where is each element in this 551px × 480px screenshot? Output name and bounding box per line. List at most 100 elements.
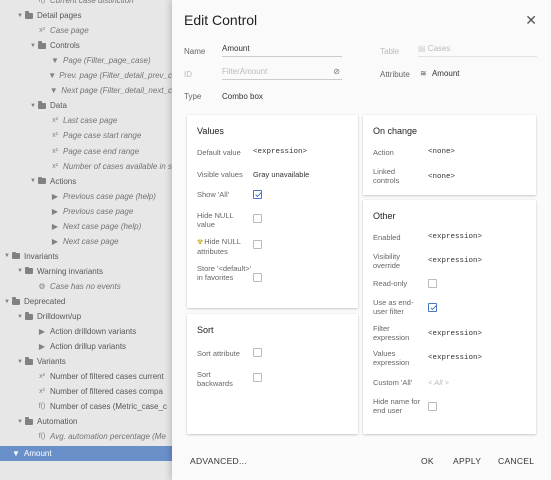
tree-item[interactable]: ▶ Previous case page <box>0 204 172 219</box>
chevron-down-icon[interactable]: ▼ <box>29 43 37 49</box>
table-field: ▤ Cases <box>418 44 537 57</box>
show-all-checkbox[interactable] <box>253 190 262 199</box>
tree-item[interactable]: ⚙ Case has no events <box>0 279 172 294</box>
tree-item[interactable]: x² Number of cases available in s <box>0 159 172 174</box>
table-icon: ▤ <box>418 44 426 53</box>
tree-item[interactable]: ▼ Page (Filter_page_case) <box>0 53 172 68</box>
tree-item[interactable]: x² Page case start range <box>0 128 172 143</box>
link-icon[interactable]: ⊘ <box>333 67 340 76</box>
variable-icon: x² <box>39 373 45 381</box>
function-icon: f() <box>38 0 46 4</box>
tree-item-label: Drilldown/up <box>37 312 82 322</box>
custom-all-label: Custom 'All' <box>373 378 413 387</box>
chevron-down-icon[interactable]: ▼ <box>16 314 24 320</box>
action-icon: ▶ <box>51 221 59 231</box>
tree-item-label: Avg. automation percentage (Me <box>50 432 166 442</box>
tree-item[interactable]: f() Number of cases (Metric_case_c <box>0 399 172 414</box>
tree-group[interactable]: ▼ Warning invariants <box>0 264 172 279</box>
chevron-down-icon[interactable]: ▼ <box>29 178 37 184</box>
linked-controls-field[interactable]: <none> <box>428 173 455 181</box>
chevron-down-icon[interactable]: ▼ <box>3 299 11 305</box>
id-field[interactable]: FilterAmount ⊘ <box>222 67 342 80</box>
onchange-card: On change Action <none> Linked controls … <box>363 115 536 195</box>
tree-item[interactable]: ▶ Next case page <box>0 234 172 249</box>
sort-backwards-label: Sort backwards <box>197 370 233 388</box>
enabled-label: Enabled <box>373 233 401 242</box>
hide-null-attributes-checkbox[interactable] <box>253 240 262 249</box>
tree-item[interactable]: ▶ Action drillup variants <box>0 339 172 354</box>
custom-all-field[interactable]: < All > <box>428 378 449 387</box>
default-value-field[interactable]: <expression> <box>253 148 307 156</box>
visible-values-select[interactable]: Gray unavailable <box>253 170 309 179</box>
store-default-checkbox[interactable] <box>253 273 262 282</box>
visibility-override-field[interactable]: <expression> <box>428 257 482 265</box>
chevron-down-icon[interactable]: ▼ <box>29 103 37 109</box>
attribute-field[interactable]: ≋ Amount <box>420 69 460 78</box>
close-icon[interactable]: ✕ <box>525 12 537 29</box>
tree-item[interactable]: x² Last case page <box>0 113 172 128</box>
tree-group[interactable]: ▼ Controls <box>0 38 172 53</box>
tree-item[interactable]: ▶ Next case page (help) <box>0 219 172 234</box>
tree-group[interactable]: ▼ Drilldown/up <box>0 309 172 324</box>
enduser-filter-checkbox[interactable] <box>428 303 437 312</box>
action-field[interactable]: <none> <box>428 148 455 156</box>
tree-item-label: Action drilldown variants <box>50 327 137 337</box>
tree-item-label: Actions <box>50 176 77 186</box>
tree-group[interactable]: ▼ Deprecated <box>0 294 172 309</box>
sort-backwards-checkbox[interactable] <box>253 373 262 382</box>
tree-item[interactable]: x² Number of filtered cases compa <box>0 384 172 399</box>
tree-item[interactable]: ▼ Amount <box>0 445 172 461</box>
tree-item[interactable]: ▼ Next page (Filter_detail_next_c <box>0 83 172 98</box>
tree-group[interactable]: ▼ Actions <box>0 174 172 189</box>
tree-item[interactable]: x² Case page <box>0 23 172 38</box>
sort-attribute-checkbox[interactable] <box>253 348 262 357</box>
apply-button[interactable]: APPLY <box>453 456 481 466</box>
hide-name-checkbox[interactable] <box>428 402 437 411</box>
edit-control-dialog: Edit Control ✕ Name Amount Table ▤ Cases… <box>172 0 551 480</box>
folder-icon <box>12 251 20 260</box>
enabled-field[interactable]: <expression> <box>428 233 482 241</box>
filter-expression-field[interactable]: <expression> <box>428 330 482 338</box>
tree-item[interactable]: ▶ Previous case page (help) <box>0 189 172 204</box>
store-default-label: Store '<default>' in favorites <box>197 264 252 282</box>
chevron-down-icon[interactable]: ▼ <box>16 268 24 274</box>
chevron-down-icon[interactable]: ▼ <box>16 13 24 19</box>
tree-group[interactable]: ▼ Invariants <box>0 249 172 264</box>
advanced-button[interactable]: ADVANCED... <box>190 456 247 466</box>
readonly-checkbox[interactable] <box>428 279 437 288</box>
ok-button[interactable]: OK <box>421 456 434 466</box>
tree-item-label: Warning invariants <box>37 266 103 276</box>
tree-item[interactable]: ▼ Prev. page (Filter_detail_prev_c <box>0 68 172 83</box>
tree-item[interactable]: x² Page case end range <box>0 144 172 159</box>
tree-group[interactable]: ▼ Variants <box>0 354 172 369</box>
filter-expression-label: Filter expression <box>373 324 410 342</box>
chevron-down-icon[interactable]: ▼ <box>3 253 11 259</box>
name-field[interactable]: Amount <box>222 44 342 57</box>
name-label: Name <box>184 47 206 56</box>
tree-item[interactable]: ▶ Action drilldown variants <box>0 324 172 339</box>
other-card: Other Enabled <expression> Visibility ov… <box>363 200 536 434</box>
values-expression-label: Values expression <box>373 349 410 367</box>
tree-item[interactable]: f() Avg. automation percentage (Me <box>0 429 172 444</box>
chevron-down-icon[interactable]: ▼ <box>16 359 24 365</box>
readonly-label: Read-only <box>373 279 408 288</box>
tree-item-label: Automation <box>37 417 78 427</box>
dialog-title: Edit Control <box>184 12 258 28</box>
tree-group[interactable]: ▼ Data <box>0 98 172 113</box>
values-expression-field[interactable]: <expression> <box>428 354 482 362</box>
other-title: Other <box>373 211 396 221</box>
sort-card: Sort Sort attribute Sort backwards <box>187 314 358 434</box>
tree-item[interactable]: f() Current case distinction <box>0 0 172 8</box>
tree-item-label: Previous case page (help) <box>63 191 156 201</box>
hide-null-value-checkbox[interactable] <box>253 214 262 223</box>
tree-group[interactable]: ▼ Automation <box>0 414 172 429</box>
tree-item-label: Data <box>50 101 67 111</box>
tree-group[interactable]: ▼ Detail pages <box>0 8 172 23</box>
tree-item-label: Next case page <box>63 236 119 246</box>
folder-icon <box>25 312 33 320</box>
chevron-down-icon[interactable]: ▼ <box>16 419 24 425</box>
type-value: Combo box <box>222 92 263 101</box>
tree-item[interactable]: x² Number of filtered cases current <box>0 369 172 384</box>
tree-item-label: Number of cases available in s <box>63 161 172 171</box>
cancel-button[interactable]: CANCEL <box>498 456 534 466</box>
